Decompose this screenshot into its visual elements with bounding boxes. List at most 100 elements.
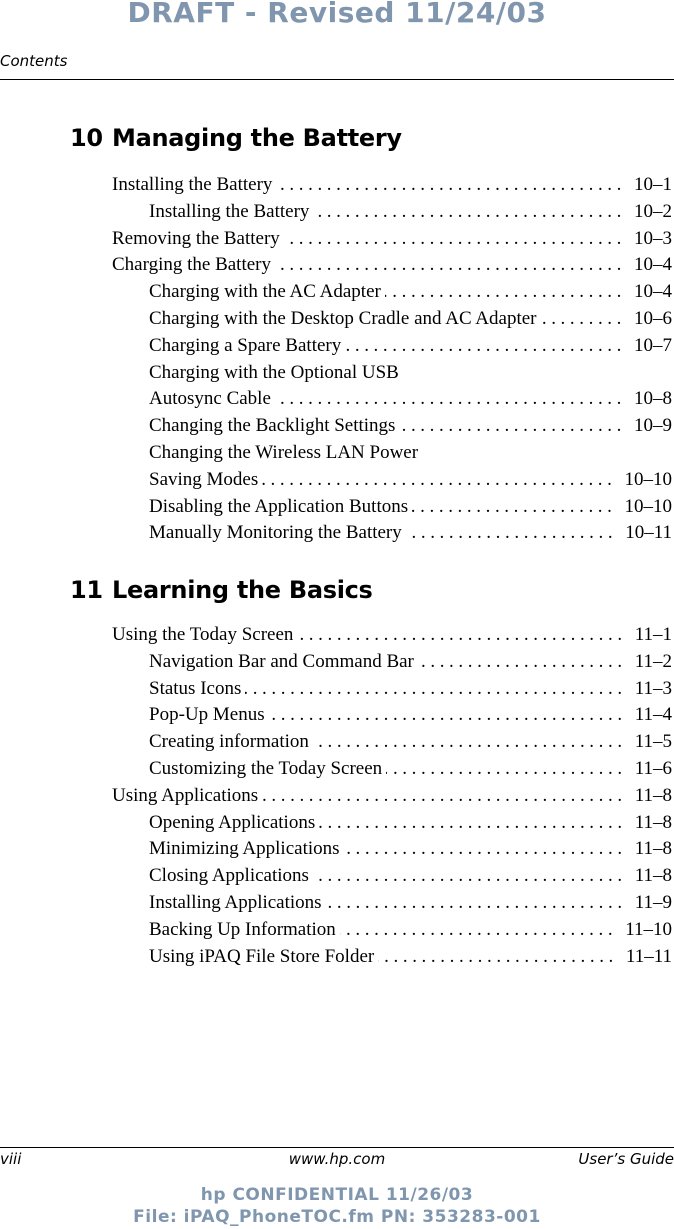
toc-entry[interactable]: Charging a Spare Battery................… <box>0 332 674 360</box>
toc-list-chapter-10: Installing the Battery..................… <box>0 172 674 548</box>
toc-entry-title: Using iPAQ File Store Folder <box>149 943 379 971</box>
toc-entry[interactable]: Saving Modes............................… <box>0 466 674 494</box>
toc-entry-title: Pop-Up Menus <box>149 702 269 730</box>
dot-leader: ........................................… <box>276 174 626 195</box>
toc-entry[interactable]: Installing the Battery..................… <box>0 198 674 226</box>
toc-entry-title: Changing the Backlight Settings <box>149 413 400 440</box>
toc-entry[interactable]: Changing the Wireless LAN Power <box>0 439 674 467</box>
toc-page-number: 10–9 <box>634 415 672 437</box>
toc-entry[interactable]: Charging with the AC Adapter............… <box>0 279 674 306</box>
toc-entry-title: Minimizing Applications <box>149 836 344 864</box>
toc-entry[interactable]: Charging with the Desktop Cradle and AC … <box>0 305 674 333</box>
toc-entry-title: Charging a Spare Battery <box>149 332 346 360</box>
dot-leader: ........................................… <box>319 811 627 833</box>
footer-divider <box>0 1147 674 1148</box>
dot-leader: ........................................… <box>344 838 627 860</box>
toc-entry-title: Installing the Battery <box>112 172 277 199</box>
toc-entry[interactable]: Manually Monitoring the Battery.........… <box>0 520 674 548</box>
toc-entry-title: Installing Applications <box>149 889 326 917</box>
toc-entry-title: Manually Monitoring the Battery <box>149 520 406 548</box>
toc-entry[interactable]: Navigation Bar and Command Bar..........… <box>0 648 674 676</box>
dot-leader: ........................................… <box>283 227 626 249</box>
toc-entry[interactable]: Using the Today Screen..................… <box>0 622 674 649</box>
toc-entry[interactable]: Installing Applications.................… <box>0 889 674 917</box>
toc-entry[interactable]: Using Applications......................… <box>0 782 674 810</box>
toc-entry[interactable]: Using iPAQ File Store Folder............… <box>0 943 674 971</box>
toc-page-number: 11–8 <box>634 811 672 833</box>
toc-page-number: 11–1 <box>634 624 672 645</box>
toc-entry-title: Charging with the Optional USB <box>149 359 403 387</box>
toc-entry-title: Charging with the AC Adapter <box>149 279 385 306</box>
dot-leader: ........................................… <box>378 945 618 967</box>
dot-leader: ........................................… <box>386 757 627 779</box>
toc-page-number: 10–4 <box>634 281 672 303</box>
toc-entry-title: Charging the Battery <box>112 252 276 280</box>
dot-leader: ........................................… <box>262 784 627 806</box>
dot-leader: ........................................… <box>406 522 618 544</box>
toc-entry[interactable]: Backing Up Information..................… <box>0 916 674 944</box>
toc-page-number: 10–10 <box>624 495 673 517</box>
toc-entry-title: Charging with the Desktop Cradle and AC … <box>149 305 541 333</box>
toc-page-number: 10–1 <box>634 174 672 195</box>
toc-entry-title: Changing the Wireless LAN Power <box>149 439 423 467</box>
toc-page-number: 10–10 <box>624 468 673 490</box>
footer-url[interactable]: www.hp.com <box>0 1150 674 1168</box>
toc-entry[interactable]: Changing the Backlight Settings.........… <box>0 413 674 440</box>
toc-entry-title: Installing the Battery <box>149 198 314 226</box>
toc-page-number: 11–8 <box>634 865 672 887</box>
header-divider <box>0 79 674 80</box>
toc-page-number: 11–11 <box>625 945 672 967</box>
toc-entry-title: Removing the Battery <box>112 225 284 253</box>
toc-entry[interactable]: Creating information....................… <box>0 729 674 756</box>
chapter-title: Managing the Battery <box>112 124 402 152</box>
toc-page-number: 11–9 <box>634 891 672 913</box>
toc-entry[interactable]: Charging with the Optional USB <box>0 359 674 387</box>
toc-page-number: 11–10 <box>625 918 672 940</box>
dot-leader: ........................................… <box>268 704 627 726</box>
dot-leader: ........................................… <box>313 731 627 753</box>
dot-leader: ........................................… <box>262 468 617 490</box>
toc-entry-title: Status Icons <box>149 675 246 703</box>
toc-entry[interactable]: Customizing the Today Screen............… <box>0 755 674 783</box>
dot-leader: ........................................… <box>245 677 627 699</box>
toc-entry-title: Using Applications <box>112 782 263 810</box>
toc-list-chapter-11: Using the Today Screen..................… <box>0 622 674 971</box>
dot-leader: ........................................… <box>345 334 626 356</box>
toc-entry-title: Autosync Cable <box>149 386 275 414</box>
toc-entry-title: Saving Modes <box>149 466 263 494</box>
toc-page-number: 10–6 <box>634 307 672 329</box>
toc-page-number: 10–7 <box>634 334 672 356</box>
dot-leader: ........................................… <box>339 918 618 940</box>
dot-leader: ........................................… <box>540 307 626 329</box>
toc-entry[interactable]: Status Icons............................… <box>0 675 674 703</box>
toc-entry[interactable]: Pop-Up Menus............................… <box>0 702 674 730</box>
toc-entry[interactable]: Removing the Battery....................… <box>0 225 674 253</box>
toc-entry-title: Customizing the Today Screen <box>149 755 387 783</box>
confidential-notice: hp CONFIDENTIAL 11/26/03 <box>200 1185 474 1205</box>
toc-entry[interactable]: Installing the Battery..................… <box>0 172 674 199</box>
toc-entry[interactable]: Minimizing Applications.................… <box>0 836 674 864</box>
toc-page-number: 11–8 <box>634 838 672 860</box>
dot-leader: ........................................… <box>418 650 627 672</box>
running-head: Contents <box>0 52 68 70</box>
toc-entry-title: Closing Applications <box>149 863 313 890</box>
dot-leader: ........................................… <box>399 415 626 437</box>
chapter-title: Learning the Basics <box>112 576 373 604</box>
toc-entry[interactable]: Opening Applications....................… <box>0 809 674 837</box>
dot-leader: ........................................… <box>385 281 626 303</box>
toc-entry-title: Backing Up Information <box>149 916 340 944</box>
toc-page-number: 10–4 <box>634 254 672 276</box>
toc-entry[interactable]: Disabling the Application Buttons.......… <box>0 493 674 521</box>
toc-entry[interactable]: Autosync Cable..........................… <box>0 386 674 414</box>
toc-entry[interactable]: Closing Applications....................… <box>0 863 674 890</box>
dot-leader: ........................................… <box>297 624 627 645</box>
toc-page-number: 10–2 <box>634 200 672 222</box>
toc-entry-title: Creating information <box>149 729 313 756</box>
toc-page-number: 11–6 <box>634 757 672 779</box>
toc-page-number: 11–2 <box>634 650 672 672</box>
toc-entry-title: Opening Applications <box>149 809 320 837</box>
toc-entry[interactable]: Charging the Battery....................… <box>0 252 674 280</box>
toc-page-number: 11–8 <box>634 784 672 806</box>
dot-leader: ........................................… <box>326 891 627 913</box>
dot-leader: ........................................… <box>313 865 627 887</box>
